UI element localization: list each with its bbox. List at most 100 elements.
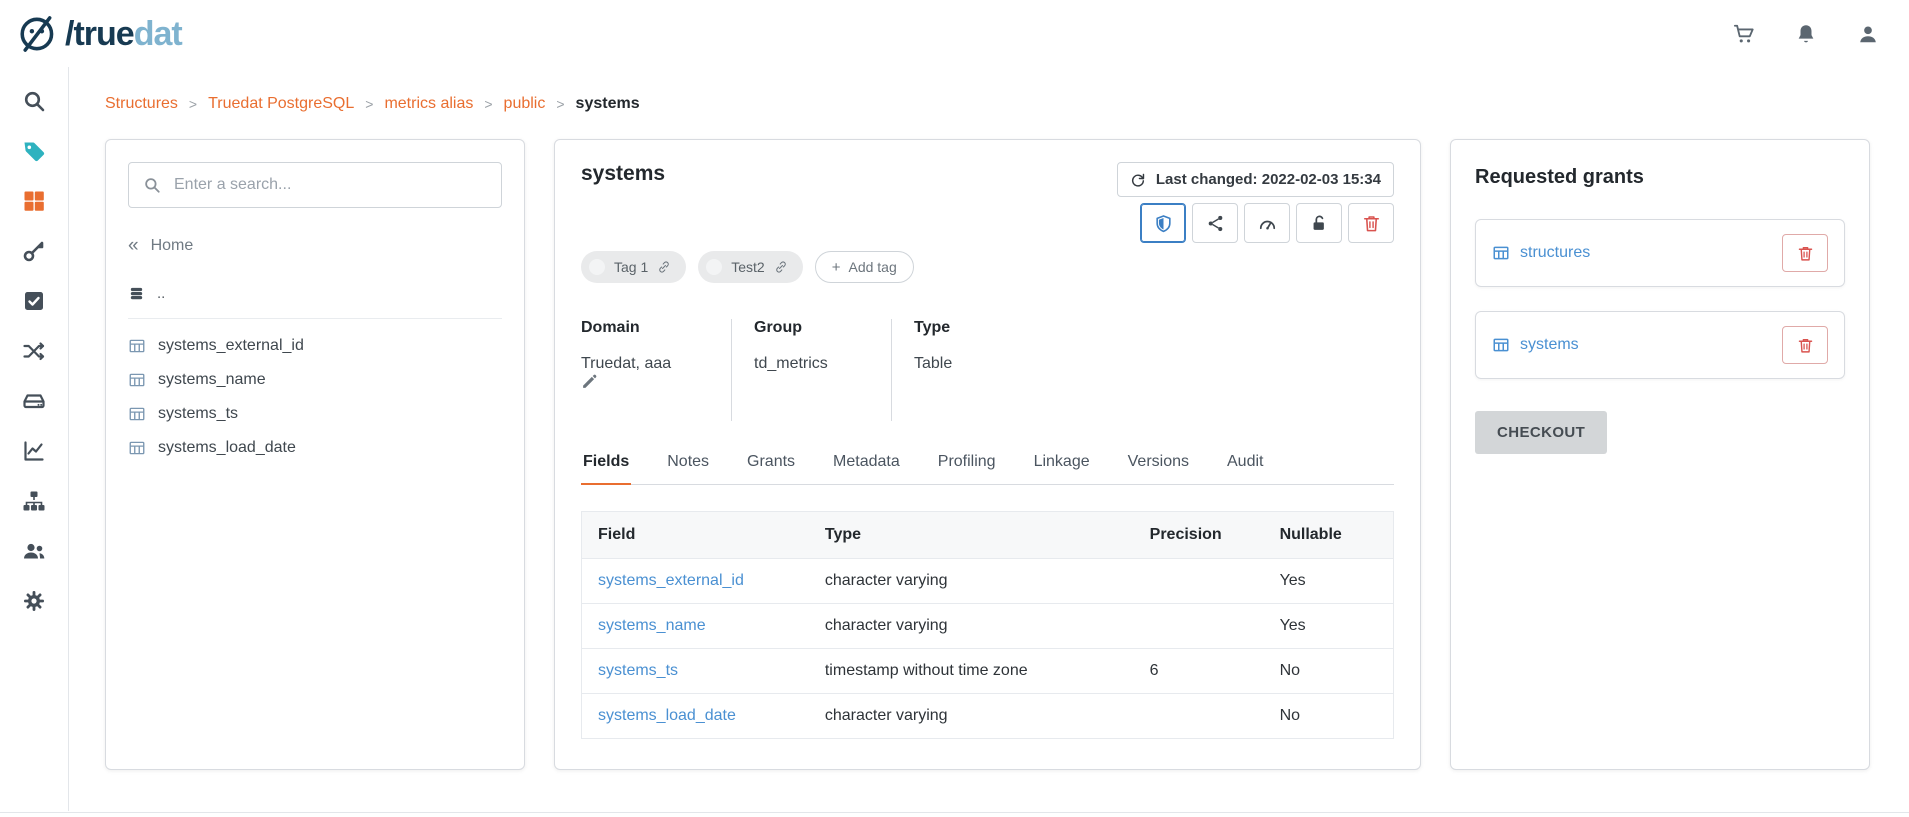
field-precision-cell [1134, 559, 1264, 604]
database-icon [128, 285, 145, 302]
tag-icon [22, 139, 46, 163]
detail-tab[interactable]: Profiling [936, 453, 998, 484]
field-list-item-label: systems_load_date [158, 439, 296, 457]
field-list-item[interactable]: systems_ts [128, 397, 502, 431]
breadcrumb-link[interactable]: Truedat PostgreSQL [208, 95, 354, 113]
user-icon[interactable] [1857, 23, 1879, 45]
refresh-icon[interactable] [1130, 172, 1146, 188]
table-icon [128, 371, 146, 389]
field-list-item[interactable]: systems_external_id [128, 329, 502, 363]
sidebar-item-users[interactable] [22, 539, 46, 563]
sidebar-item-tags[interactable] [22, 139, 46, 163]
last-changed-box[interactable]: Last changed: 2022-02-03 15:34 [1117, 162, 1394, 197]
detail-tab[interactable]: Versions [1126, 453, 1191, 484]
footer-divider [0, 812, 1909, 813]
field-link[interactable]: systems_name [598, 617, 706, 634]
domain-label: Domain [581, 319, 709, 337]
remove-grant-button[interactable] [1782, 326, 1828, 364]
sidebar-item-sources[interactable] [22, 389, 46, 413]
breadcrumb-separator: > [484, 96, 492, 112]
detail-tab[interactable]: Fields [581, 453, 631, 485]
table-icon [1492, 244, 1510, 262]
detail-tab[interactable]: Notes [665, 453, 711, 484]
truedat-logo[interactable]: /truedat [18, 14, 182, 54]
trash-icon [1362, 214, 1381, 233]
search-icon [143, 176, 161, 194]
protect-button[interactable] [1140, 203, 1186, 243]
field-list-item-label: systems_ts [158, 405, 238, 423]
table-row: systems_external_id character varying Ye… [582, 559, 1394, 604]
sidebar-item-structures[interactable] [22, 189, 46, 213]
grant-structure-link[interactable]: systems [1492, 336, 1579, 354]
field-list-item[interactable]: systems_name [128, 363, 502, 397]
parent-structure-link[interactable]: .. [128, 285, 502, 319]
structure-detail-panel: systems Last changed: 2022-02-03 15:34 [554, 139, 1421, 770]
sidebar-item-taxonomy[interactable] [22, 489, 46, 513]
type-label: Type [914, 319, 952, 337]
field-type-cell: timestamp without time zone [809, 649, 1134, 694]
home-link[interactable]: « Home [128, 236, 193, 255]
gear-icon [22, 589, 46, 613]
breadcrumb-link[interactable]: public [504, 95, 546, 113]
detail-tab[interactable]: Audit [1225, 453, 1265, 484]
grant-structure-label: systems [1520, 336, 1579, 354]
breadcrumb-link[interactable]: systems [576, 95, 640, 113]
edit-domain-button[interactable] [581, 373, 709, 390]
table-header-cell: Field [582, 512, 809, 559]
structure-search-box [128, 162, 502, 208]
tag-remove-icon[interactable] [706, 259, 722, 275]
grant-card: systems [1475, 311, 1845, 379]
add-tag-label: Add tag [848, 259, 896, 275]
cart-icon[interactable] [1733, 23, 1755, 45]
table-icon [128, 337, 146, 355]
shield-icon [1154, 214, 1173, 233]
breadcrumb-link[interactable]: metrics alias [384, 95, 473, 113]
lock-button[interactable] [1296, 203, 1342, 243]
grant-card: structures [1475, 219, 1845, 287]
field-link[interactable]: systems_external_id [598, 572, 744, 589]
pencil-icon [581, 373, 709, 390]
detail-tab[interactable]: Metadata [831, 453, 902, 484]
meta-section: Domain Truedat, aaa Group td_metrics Typ… [581, 319, 1394, 421]
tag-remove-icon[interactable] [589, 259, 605, 275]
tag-chip[interactable]: Test2 [698, 251, 802, 283]
remove-grant-button[interactable] [1782, 234, 1828, 272]
sidebar-item-search[interactable] [22, 89, 46, 113]
add-tag-button[interactable]: + Add tag [815, 251, 914, 283]
delete-button[interactable] [1348, 203, 1394, 243]
table-icon [1492, 336, 1510, 354]
detail-tab[interactable]: Linkage [1032, 453, 1092, 484]
hdd-icon [22, 389, 46, 413]
tag-chip[interactable]: Tag 1 [581, 251, 686, 283]
share-button[interactable] [1192, 203, 1238, 243]
sidebar-item-quality[interactable] [22, 439, 46, 463]
link-icon [774, 260, 788, 274]
field-link[interactable]: systems_ts [598, 662, 678, 679]
sidebar-item-settings[interactable] [22, 589, 46, 613]
field-type-cell: character varying [809, 694, 1134, 739]
field-precision-cell: 6 [1134, 649, 1264, 694]
profiling-button[interactable] [1244, 203, 1290, 243]
field-link[interactable]: systems_load_date [598, 707, 736, 724]
detail-tab[interactable]: Grants [745, 453, 797, 484]
users-icon [22, 539, 46, 563]
table-header-cell: Type [809, 512, 1134, 559]
page-title: systems [581, 162, 665, 186]
breadcrumb-separator: > [189, 96, 197, 112]
plus-icon: + [832, 260, 841, 275]
field-precision-cell [1134, 604, 1264, 649]
sidebar-item-lineage[interactable] [22, 339, 46, 363]
grid-icon [22, 189, 46, 213]
unlock-icon [1310, 214, 1329, 233]
table-icon [128, 405, 146, 423]
bell-icon[interactable] [1795, 23, 1817, 45]
breadcrumb-link[interactable]: Structures [105, 95, 178, 113]
structure-search-input[interactable] [172, 175, 487, 195]
checkout-button[interactable]: CHECKOUT [1475, 411, 1607, 454]
sidebar-item-tasks[interactable] [22, 289, 46, 313]
owl-logo-icon [18, 14, 58, 54]
grant-structure-link[interactable]: structures [1492, 244, 1590, 262]
sidebar-item-permissions[interactable] [22, 239, 46, 263]
field-list-item[interactable]: systems_load_date [128, 431, 502, 465]
chart-line-icon [22, 439, 46, 463]
